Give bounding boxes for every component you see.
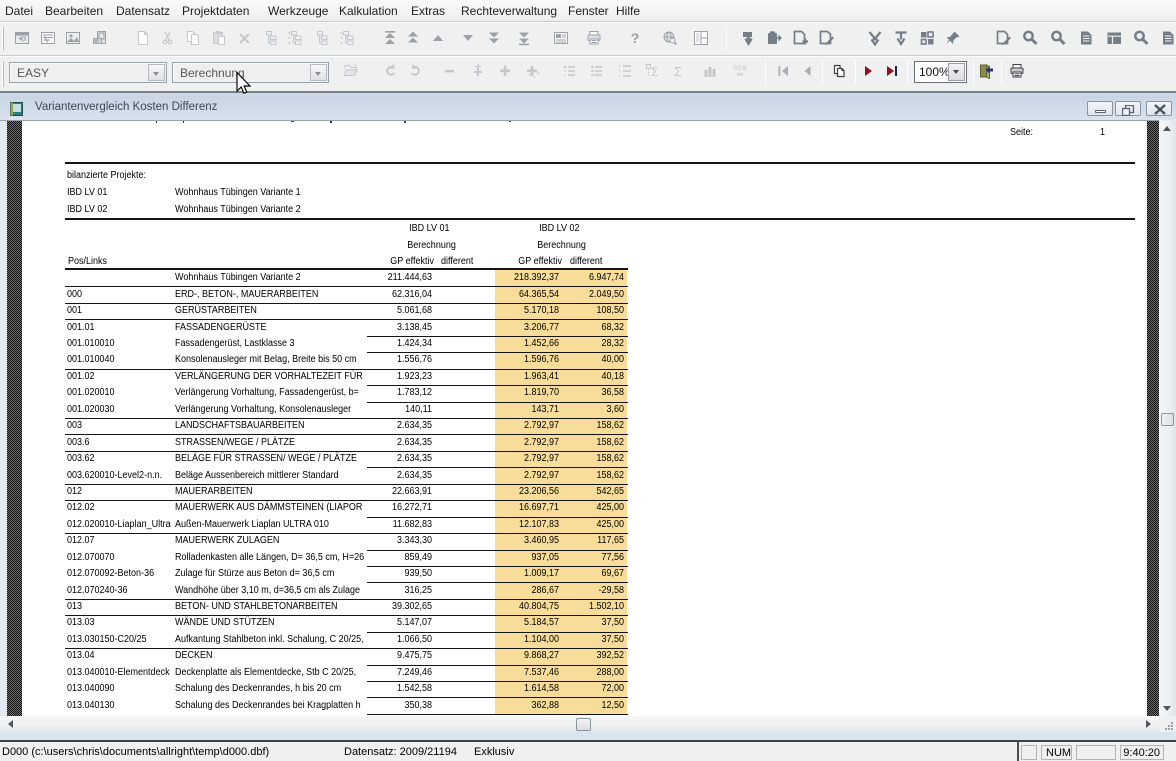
svg-text:∞: ∞ — [737, 69, 744, 79]
svg-text:Σ: Σ — [651, 65, 658, 79]
svg-text:?: ? — [631, 30, 640, 46]
svg-text:Σ: Σ — [674, 64, 682, 79]
